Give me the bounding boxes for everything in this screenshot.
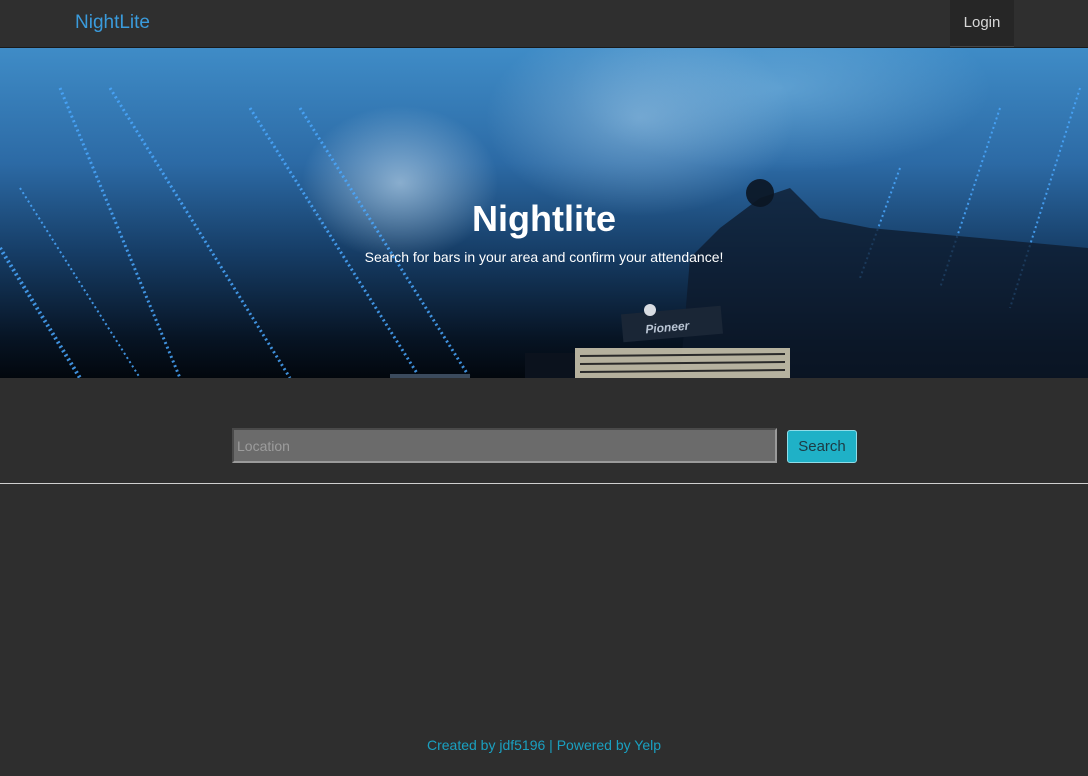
search-button[interactable]: Search	[787, 430, 857, 463]
top-navbar: NightLite Login	[0, 0, 1088, 48]
login-link[interactable]: Login	[950, 0, 1014, 47]
footer: Created by jdf5196 | Powered by Yelp	[0, 737, 1088, 753]
hero-subtitle: Search for bars in your area and confirm…	[364, 249, 724, 265]
search-section: Search	[0, 378, 1088, 484]
hero-title: Nightlite	[472, 198, 616, 239]
created-by-link[interactable]: Created by jdf5196	[427, 737, 545, 753]
powered-by-link[interactable]: Powered by Yelp	[557, 737, 661, 753]
location-input[interactable]	[232, 428, 777, 463]
hero-banner: Pioneer Nightlite Search for bars in you…	[0, 48, 1088, 378]
footer-separator: |	[549, 737, 553, 753]
brand-link[interactable]: NightLite	[75, 12, 150, 34]
